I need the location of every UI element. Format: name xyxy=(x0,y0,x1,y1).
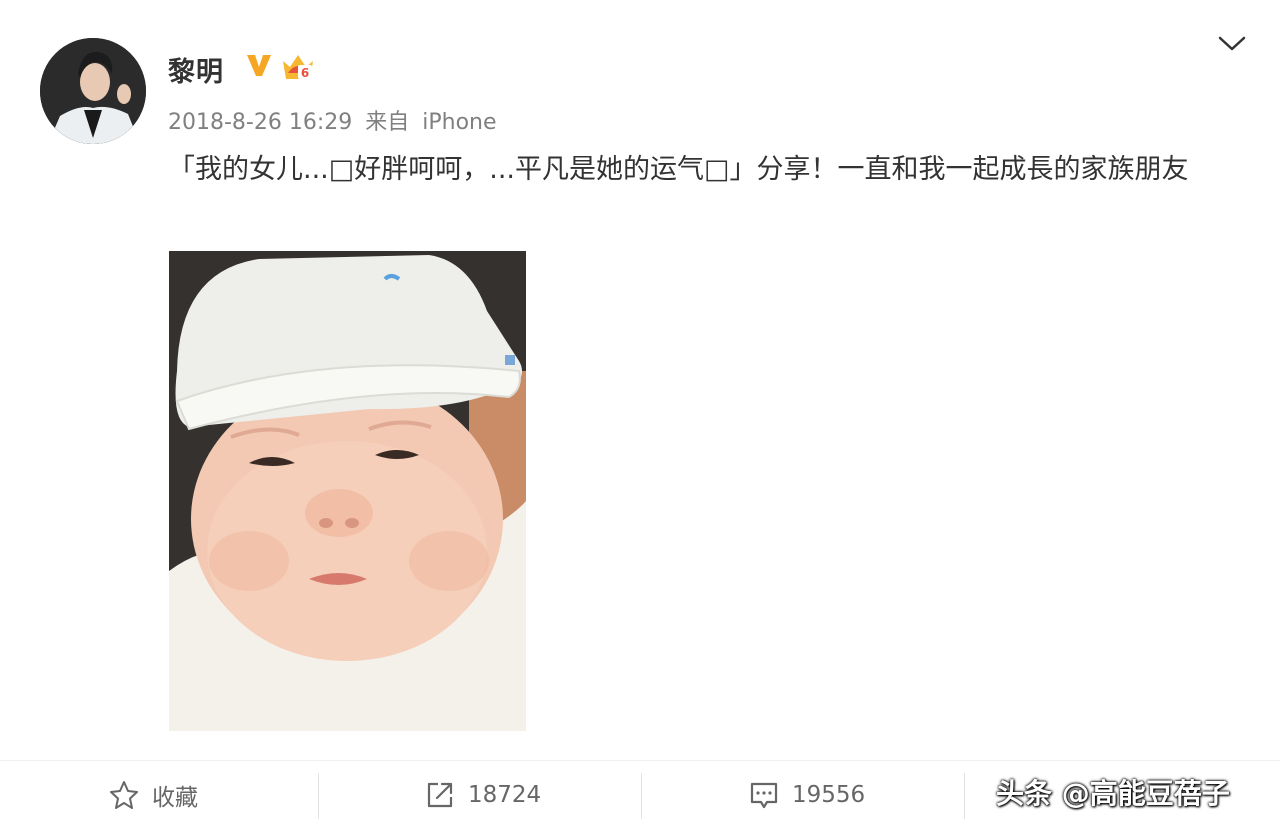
post-source-device: iPhone xyxy=(422,110,497,135)
chevron-down-icon[interactable] xyxy=(1217,33,1247,55)
comment-count: 19556 xyxy=(792,782,866,808)
crown-member-icon[interactable]: 6 xyxy=(280,51,316,83)
share-arrow-icon xyxy=(427,782,453,808)
weibo-post-card: 黎明 6 2018-8-26 16:29 来自 iPhone 「我的女儿...□… xyxy=(0,0,1280,828)
verified-v-icon xyxy=(244,50,274,80)
repost-button[interactable]: 18724 xyxy=(424,761,541,828)
favorite-button[interactable]: 收藏 xyxy=(108,761,198,828)
comment-button[interactable]: 19556 xyxy=(748,761,865,828)
post-meta: 2018-8-26 16:29 来自 iPhone xyxy=(168,104,503,136)
watermark: 头条 @高能豆蓓子 xyxy=(996,777,1230,810)
action-divider xyxy=(964,773,965,819)
svg-text:6: 6 xyxy=(301,66,309,80)
post-image[interactable] xyxy=(169,251,526,731)
post-timestamp[interactable]: 2018-8-26 16:29 xyxy=(168,110,352,135)
comment-icon xyxy=(750,782,778,809)
repost-count: 18724 xyxy=(468,782,542,808)
action-divider xyxy=(318,773,319,819)
star-icon xyxy=(110,781,138,809)
user-avatar[interactable] xyxy=(40,38,146,144)
username[interactable]: 黎明 xyxy=(168,50,224,89)
post-text: 「我的女儿...□好胖呵呵，...平凡是她的运气□」分享！一直和我一起成長的家族… xyxy=(168,154,1189,185)
post-source-prefix: 来自 xyxy=(365,110,410,135)
favorite-label: 收藏 xyxy=(152,785,198,811)
action-divider xyxy=(641,773,642,819)
